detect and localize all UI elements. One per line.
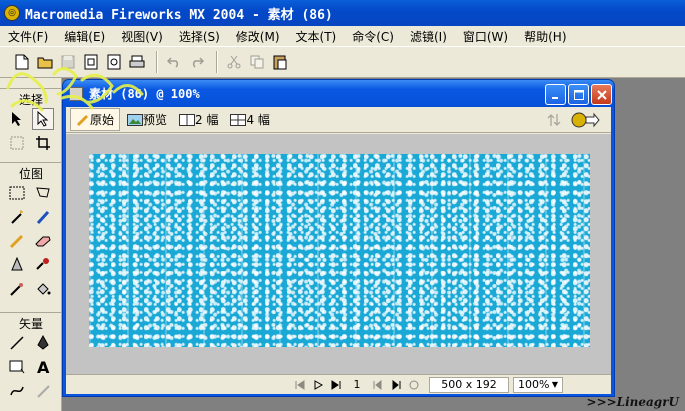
menu-window[interactable]: 窗口(W) xyxy=(455,28,516,45)
tab-2-up[interactable]: 2 幅 xyxy=(174,109,223,130)
menu-filters[interactable]: 滤镜(I) xyxy=(402,28,455,45)
tools-section-vector: 矢量 xyxy=(0,312,62,331)
rectangle-tool-icon[interactable] xyxy=(6,356,28,378)
knife-tool-icon[interactable] xyxy=(32,380,54,402)
document-title: 素材 (86) @ 100% xyxy=(89,87,200,101)
menu-text[interactable]: 文本(T) xyxy=(288,28,345,45)
magic-wand-tool-icon[interactable] xyxy=(6,206,28,228)
tab-original-label: 原始 xyxy=(90,113,115,127)
redo-icon[interactable] xyxy=(187,52,207,72)
undo-icon[interactable] xyxy=(164,52,184,72)
edit-in-fireworks-icon[interactable] xyxy=(565,110,605,130)
tools-panel: 选择 位图 矢量 A xyxy=(0,78,62,411)
marquee-tool-icon[interactable] xyxy=(6,182,28,204)
save-icon[interactable] xyxy=(58,52,78,72)
next-frame-icon[interactable] xyxy=(387,377,405,393)
open-folder-icon[interactable] xyxy=(35,52,55,72)
import-icon[interactable] xyxy=(81,52,101,72)
toolbar-separator xyxy=(156,51,158,73)
play-icon[interactable] xyxy=(309,377,327,393)
chevron-down-icon: ▼ xyxy=(551,380,558,389)
canvas-size-display: 500 x 192 xyxy=(429,376,509,393)
pencil-tool-icon[interactable] xyxy=(6,230,28,252)
tab-original[interactable]: 原始 xyxy=(70,108,121,131)
canvas-image[interactable] xyxy=(89,154,590,347)
eraser-tool-icon[interactable] xyxy=(32,230,54,252)
canvas-area[interactable] xyxy=(66,134,611,374)
print-icon[interactable] xyxy=(127,52,147,72)
new-file-icon[interactable] xyxy=(12,52,32,72)
main-toolbar xyxy=(0,46,685,78)
maximize-button[interactable] xyxy=(568,84,589,105)
menu-commands[interactable]: 命令(C) xyxy=(344,28,402,45)
document-status-bar: 1 500 x 192 100% ▼ xyxy=(66,374,611,394)
tools-section-bitmap: 位图 xyxy=(0,162,62,181)
toolbar-separator xyxy=(216,51,218,73)
svg-text:A: A xyxy=(37,359,50,375)
paint-bucket-tool-icon[interactable] xyxy=(32,278,54,300)
zoom-select[interactable]: 100% ▼ xyxy=(513,376,563,393)
text-tool-icon[interactable]: A xyxy=(32,356,54,378)
menu-edit[interactable]: 编辑(E) xyxy=(56,28,113,45)
app-title-bar: ◎ Macromedia Fireworks MX 2004 - 素材 (86) xyxy=(0,0,685,26)
blur-tool-icon[interactable] xyxy=(6,254,28,276)
last-frame-icon[interactable] xyxy=(327,377,345,393)
export-icon[interactable] xyxy=(104,52,124,72)
close-button[interactable] xyxy=(591,84,612,105)
eyedropper-tool-icon[interactable] xyxy=(6,278,28,300)
minimize-button[interactable] xyxy=(545,84,566,105)
document-window: 素材 (86) @ 100% 原始 预览 2 幅 4 幅 1 500 x 192… xyxy=(62,79,615,397)
document-body: 原始 预览 2 幅 4 幅 1 500 x 192 100% ▼ xyxy=(66,107,611,394)
cut-icon[interactable] xyxy=(224,52,244,72)
prev-frame-icon[interactable] xyxy=(369,377,387,393)
crop-tool-icon[interactable] xyxy=(32,132,54,154)
menu-file[interactable]: 文件(F) xyxy=(0,28,56,45)
preview-icon xyxy=(127,113,144,126)
menu-help[interactable]: 帮助(H) xyxy=(516,28,574,45)
pointer-tool-icon[interactable] xyxy=(6,108,28,130)
watermark-text: >>>LineagrU xyxy=(586,395,679,409)
two-up-icon xyxy=(179,113,196,126)
tab-2-up-label: 2 幅 xyxy=(195,113,219,127)
zoom-value: 100% xyxy=(518,378,550,391)
menu-select[interactable]: 选择(S) xyxy=(171,28,228,45)
menu-modify[interactable]: 修改(M) xyxy=(228,28,288,45)
tools-section-select: 选择 xyxy=(0,88,62,107)
menu-bar: 文件(F) 编辑(E) 视图(V) 选择(S) 修改(M) 文本(T) 命令(C… xyxy=(0,26,685,46)
four-up-icon xyxy=(230,113,247,126)
freeform-tool-icon[interactable] xyxy=(6,380,28,402)
copy-icon[interactable] xyxy=(247,52,267,72)
app-title: Macromedia Fireworks MX 2004 - 素材 (86) xyxy=(25,7,333,23)
menu-view[interactable]: 视图(V) xyxy=(113,28,171,45)
tab-preview[interactable]: 预览 xyxy=(122,109,172,130)
tab-4-up[interactable]: 4 幅 xyxy=(225,109,274,130)
document-title-bar[interactable]: 素材 (86) @ 100% xyxy=(63,80,614,107)
export-preview-icon[interactable] xyxy=(543,110,565,130)
pencil-icon xyxy=(76,114,89,126)
scale-tool-icon[interactable] xyxy=(6,132,28,154)
document-icon xyxy=(69,86,83,101)
paste-icon[interactable] xyxy=(270,52,290,72)
document-view-tabs: 原始 预览 2 幅 4 幅 xyxy=(66,107,611,133)
frame-number: 1 xyxy=(353,378,361,391)
rubber-stamp-tool-icon[interactable] xyxy=(32,254,54,276)
subselect-tool-icon[interactable] xyxy=(32,108,54,130)
tab-4-up-label: 4 幅 xyxy=(246,113,270,127)
pen-tool-icon[interactable] xyxy=(32,332,54,354)
fireworks-logo-icon: ◎ xyxy=(4,5,20,21)
stop-icon[interactable] xyxy=(405,377,423,393)
line-tool-icon[interactable] xyxy=(6,332,28,354)
first-frame-icon[interactable] xyxy=(291,377,309,393)
brush-tool-icon[interactable] xyxy=(32,206,54,228)
lasso-tool-icon[interactable] xyxy=(32,182,54,204)
tab-preview-label: 预览 xyxy=(143,113,168,127)
